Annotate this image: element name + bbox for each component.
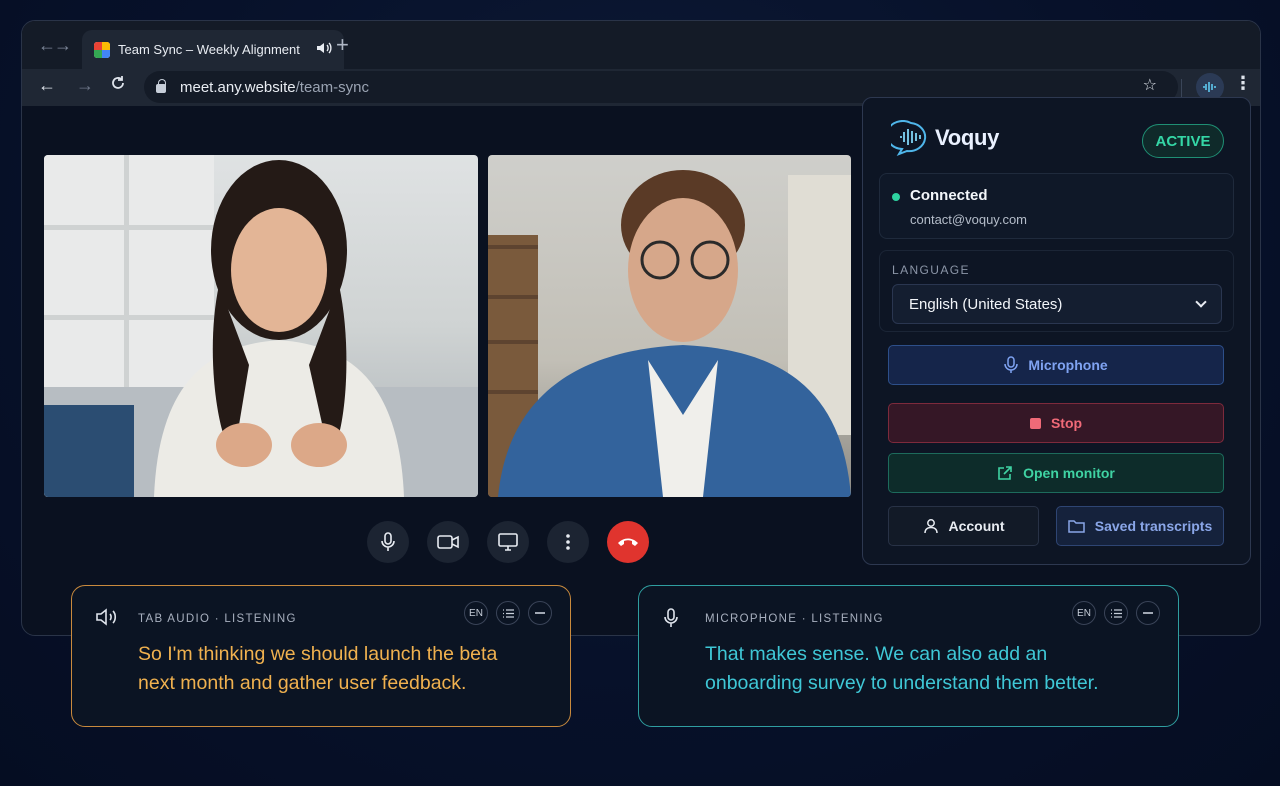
- stop-button-label: Stop: [1050, 415, 1083, 431]
- toolbar-divider: [1181, 79, 1182, 97]
- folder-icon: [1068, 519, 1085, 533]
- mic-toggle-button[interactable]: [367, 521, 409, 563]
- camera-toggle-button[interactable]: [427, 521, 469, 563]
- caption-text: So I'm thinking we should launch the bet…: [138, 643, 498, 694]
- reload-icon[interactable]: [110, 75, 126, 96]
- bookmark-star-icon[interactable]: ☆: [1143, 75, 1157, 95]
- new-tab-button[interactable]: +: [336, 32, 349, 58]
- tab-title: Team Sync – Weekly Alignment: [118, 42, 300, 57]
- meet-favicon-icon: [94, 41, 110, 58]
- forward-icon[interactable]: →: [76, 75, 94, 96]
- participant-video-2: [488, 155, 851, 497]
- microphone-button[interactable]: Microphone: [888, 345, 1224, 385]
- url-host: meet.any.website: [180, 78, 296, 96]
- account-email: contact@voquy.com: [910, 212, 1028, 227]
- call-controls: [367, 521, 649, 563]
- voquy-extension-panel: Voquy ACTIVE Connected contact@voquy.com…: [862, 97, 1251, 565]
- connection-status: Connected: [910, 187, 988, 204]
- list-icon[interactable]: [1104, 601, 1128, 625]
- browser-menu-icon[interactable]: ⋮: [1234, 73, 1252, 94]
- stop-icon: [1029, 417, 1041, 429]
- voquy-logo-icon: [891, 120, 927, 156]
- external-link-icon: [997, 465, 1013, 481]
- language-en-button[interactable]: EN: [1072, 601, 1096, 625]
- microphone-icon: [1004, 356, 1019, 374]
- stop-button[interactable]: Stop: [888, 403, 1224, 443]
- caption-source-label: MICROPHONE · LISTENING: [705, 613, 884, 625]
- participant-video-1: [44, 155, 478, 497]
- brand-name: Voquy: [935, 125, 1000, 150]
- caption-text: That makes sense. We can also add an onb…: [705, 643, 1099, 694]
- language-select[interactable]: English (United States): [892, 284, 1222, 324]
- open-monitor-label: Open monitor: [1023, 465, 1115, 481]
- present-screen-button[interactable]: [487, 521, 529, 563]
- account-button-label: Account: [948, 518, 1005, 534]
- chevron-down-icon: [1195, 296, 1207, 308]
- back-icon[interactable]: ←: [38, 75, 56, 96]
- caption-actions: EN: [464, 601, 552, 625]
- browser-tab[interactable]: Team Sync – Weekly Alignment: [82, 30, 344, 69]
- saved-transcripts-button[interactable]: Saved transcripts: [1056, 506, 1224, 546]
- minimize-icon[interactable]: [528, 601, 552, 625]
- lock-icon: [156, 79, 166, 93]
- caption-card-tab-audio: TAB AUDIO · LISTENING EN So I'm thinking…: [71, 585, 571, 727]
- end-call-button[interactable]: [607, 521, 649, 563]
- language-label: LANGUAGE: [892, 263, 970, 277]
- tab-audio-icon[interactable]: [316, 41, 332, 58]
- tab-search-arrows-icon[interactable]: ←→: [38, 35, 72, 56]
- connection-card: Connected contact@voquy.com: [879, 173, 1234, 239]
- voquy-logo: Voquy: [891, 120, 999, 156]
- language-en-button[interactable]: EN: [464, 601, 488, 625]
- speaker-icon: [96, 608, 118, 631]
- open-monitor-button[interactable]: Open monitor: [888, 453, 1224, 493]
- status-badge: ACTIVE: [1142, 124, 1224, 158]
- microphone-icon: [663, 608, 679, 633]
- language-value: English (United States): [909, 295, 1063, 313]
- caption-actions: EN: [1072, 601, 1160, 625]
- account-button[interactable]: Account: [888, 506, 1039, 546]
- microphone-button-label: Microphone: [1028, 357, 1108, 373]
- caption-source-label: TAB AUDIO · LISTENING: [138, 613, 297, 625]
- minimize-icon[interactable]: [1136, 601, 1160, 625]
- list-icon[interactable]: [496, 601, 520, 625]
- language-section: LANGUAGE English (United States): [879, 250, 1234, 332]
- more-options-button[interactable]: [547, 521, 589, 563]
- tab-bar: ←→ Team Sync – Weekly Alignment +: [22, 21, 1260, 69]
- connected-indicator-icon: [892, 193, 900, 201]
- saved-transcripts-label: Saved transcripts: [1094, 518, 1213, 534]
- caption-card-microphone: MICROPHONE · LISTENING EN That makes sen…: [638, 585, 1179, 727]
- user-icon: [923, 518, 939, 534]
- url-path: /team-sync: [295, 78, 369, 96]
